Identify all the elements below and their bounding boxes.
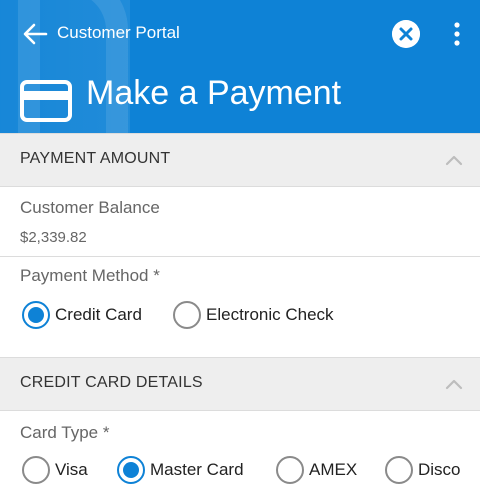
section-header-payment-amount[interactable]: PAYMENT AMOUNT xyxy=(0,133,480,187)
credit-card-icon xyxy=(20,80,72,122)
radio-label: Visa xyxy=(55,460,88,479)
radio-label: Disco xyxy=(418,460,461,479)
page-title: Make a Payment xyxy=(86,74,342,112)
radio-label: Credit Card xyxy=(55,305,142,324)
radio-credit-card[interactable]: Credit Card xyxy=(22,301,152,331)
radio-label: AMEX xyxy=(309,460,358,479)
section-title: PAYMENT AMOUNT xyxy=(20,150,171,167)
radio-circle[interactable] xyxy=(22,456,50,484)
radio-visa[interactable]: Visa xyxy=(22,456,102,486)
radio-label: Electronic Check xyxy=(206,305,334,324)
top-bar: Customer Portal xyxy=(0,14,480,54)
radio-circle[interactable] xyxy=(385,456,413,484)
radio-label: Master Card xyxy=(150,460,244,479)
customer-balance-value: $2,339.82 xyxy=(20,229,87,246)
section-title: CREDIT CARD DETAILS xyxy=(20,374,203,391)
radio-amex[interactable]: AMEX xyxy=(276,456,366,486)
card-type-label: Card Type * xyxy=(20,423,110,442)
close-icon[interactable] xyxy=(392,20,420,48)
radio-discover[interactable]: Disco xyxy=(385,456,463,486)
card-type-options: Visa Master Card AMEX Disco xyxy=(0,452,463,492)
section-header-credit-card-details[interactable]: CREDIT CARD DETAILS xyxy=(0,357,480,411)
more-vertical-icon[interactable] xyxy=(449,20,465,48)
back-link-label[interactable]: Customer Portal xyxy=(57,23,180,43)
divider xyxy=(0,256,480,257)
radio-master-card[interactable]: Master Card xyxy=(117,456,257,486)
radio-electronic-check[interactable]: Electronic Check xyxy=(173,301,348,331)
chevron-up-icon[interactable] xyxy=(445,153,463,167)
app-header: Customer Portal Make a Payment xyxy=(0,0,480,133)
customer-balance-label: Customer Balance xyxy=(20,198,160,217)
payment-method-label: Payment Method * xyxy=(20,266,160,285)
arrow-left-icon[interactable] xyxy=(22,22,48,46)
radio-circle-selected[interactable] xyxy=(22,301,50,329)
radio-circle[interactable] xyxy=(276,456,304,484)
radio-circle-selected[interactable] xyxy=(117,456,145,484)
chevron-up-icon[interactable] xyxy=(445,377,463,391)
radio-circle[interactable] xyxy=(173,301,201,329)
